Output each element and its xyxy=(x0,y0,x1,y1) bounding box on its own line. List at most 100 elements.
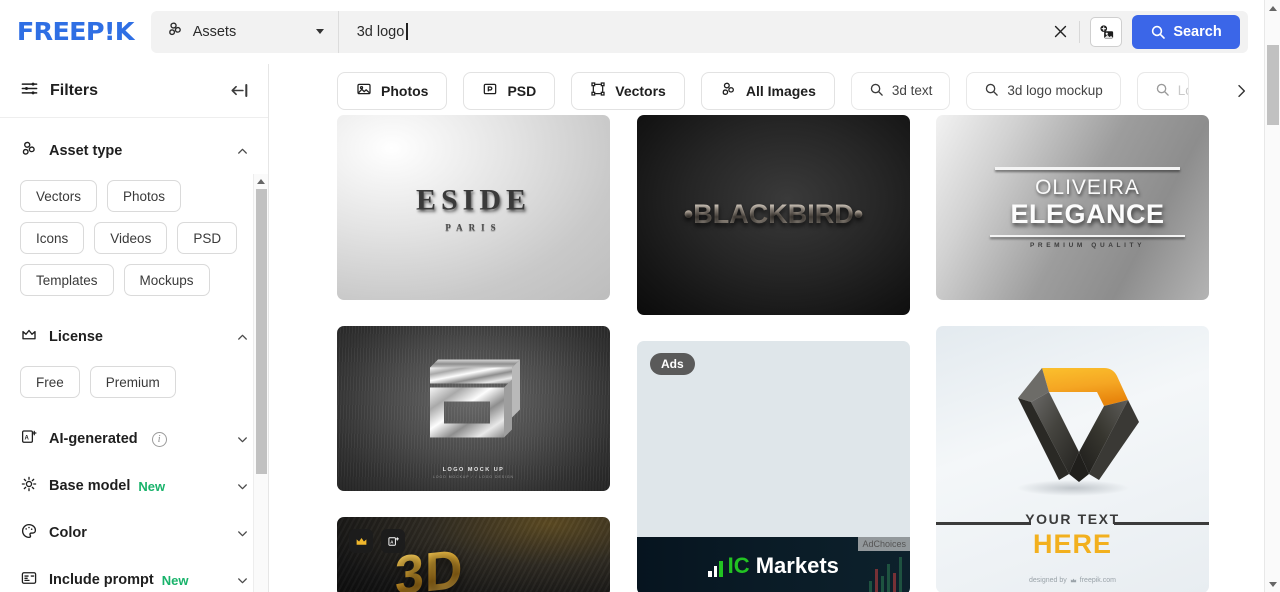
page-scrollbar-thumb[interactable] xyxy=(1267,45,1279,125)
ad-brand-suffix: Markets xyxy=(749,553,839,578)
type-tab-bar: Photos PSD Vectors All Images 3d text 3d… xyxy=(270,64,1262,117)
chevron-down-icon xyxy=(236,480,249,493)
clear-search-button[interactable] xyxy=(1043,15,1077,49)
freepik-logo[interactable]: FREEP!K xyxy=(17,17,135,46)
chip-icons[interactable]: Icons xyxy=(20,222,85,254)
chevron-down-icon xyxy=(236,527,249,540)
filter-group-base-model: Base model New xyxy=(0,469,269,503)
filter-group-label: AI-generated xyxy=(49,431,138,447)
filter-group-include-prompt-header[interactable]: Include prompt New xyxy=(20,563,249,592)
chip-videos[interactable]: Videos xyxy=(94,222,168,254)
chip-vectors[interactable]: Vectors xyxy=(20,180,98,212)
result-card-ad[interactable]: Ads IC Markets AdChoices xyxy=(637,341,910,592)
page-scrollbar[interactable] xyxy=(1264,0,1280,592)
filter-group-license-header[interactable]: License xyxy=(20,320,249,354)
filter-group-license: License Free Premium xyxy=(0,320,269,398)
search-bar: Assets 3d logo Search xyxy=(150,10,1248,53)
tab-vectors[interactable]: Vectors xyxy=(571,71,685,110)
card-text-2: HERE xyxy=(1032,529,1112,559)
ad-banner[interactable]: IC Markets AdChoices xyxy=(637,537,910,592)
filter-group-color: Color xyxy=(0,516,269,550)
sidebar-scrollbar[interactable] xyxy=(253,174,268,592)
sidebar-scrollbar-thumb[interactable] xyxy=(256,189,267,474)
gear-icon xyxy=(20,475,38,498)
chip-free[interactable]: Free xyxy=(20,366,80,398)
collapse-panel-icon[interactable] xyxy=(229,82,250,99)
hexagon-ribbon-mark xyxy=(936,340,1209,508)
suggestion-partial[interactable]: Lo xyxy=(1136,71,1189,110)
tab-photos[interactable]: Photos xyxy=(337,71,448,110)
asset-type-dropdown[interactable]: Assets xyxy=(151,10,339,53)
chip-templates[interactable]: Templates xyxy=(20,264,114,296)
result-card-chrome-logo[interactable]: LOGO MOCK UP LOGO MOCKUP / / LOGO DESIGN xyxy=(337,326,610,491)
divider-left xyxy=(936,522,1031,525)
chevron-down-icon xyxy=(236,574,249,587)
asset-type-icon xyxy=(20,140,38,163)
result-card-oliveira[interactable]: OLIVEIRA ELEGANCE PREMIUM QUALITY xyxy=(936,115,1209,300)
prompt-icon xyxy=(20,569,38,592)
ai-image-icon: A xyxy=(20,428,38,451)
filter-group-label: Base model xyxy=(49,478,131,494)
all-images-icon xyxy=(720,81,737,101)
header-divider xyxy=(1079,20,1080,43)
tab-psd[interactable]: PSD xyxy=(463,71,556,110)
card-badges: A xyxy=(349,529,405,553)
search-button-label: Search xyxy=(1173,23,1222,40)
filter-group-ai-generated-header[interactable]: A AI-generated i xyxy=(20,422,249,456)
filter-group-color-header[interactable]: Color xyxy=(20,516,249,550)
filters-title: Filters xyxy=(50,81,99,99)
suggestion-label: Lo xyxy=(1177,83,1188,98)
filter-group-base-model-header[interactable]: Base model New xyxy=(20,469,249,503)
search-input[interactable]: 3d logo xyxy=(339,11,1043,53)
filter-group-include-prompt: Include prompt New xyxy=(0,563,269,592)
top-header: FREEP!K Assets 3d logo Search xyxy=(0,0,1264,64)
chrome-logo-mark xyxy=(418,353,530,450)
chart-decoration xyxy=(869,557,902,592)
result-card-blackbird[interactable]: •BLACKBIRD• xyxy=(637,115,910,315)
filters-header: Filters xyxy=(0,64,268,118)
results-column-1: ESIDE PARIS LOGO MOCK UP LOGO MOCKUP / /… xyxy=(337,115,610,592)
ic-markets-logo: IC Markets xyxy=(708,555,839,577)
filter-group-asset-type-header[interactable]: Asset type xyxy=(20,134,249,168)
hexagon-logo-text: YOUR TEXT HERE xyxy=(936,511,1209,560)
chip-premium[interactable]: Premium xyxy=(89,366,176,398)
results-column-2: •BLACKBIRD• Ads IC Markets AdChoices xyxy=(637,115,910,592)
card-line-2: ELEGANCE xyxy=(1010,198,1165,229)
card-caption-sub: LOGO MOCKUP / / LOGO DESIGN xyxy=(432,475,514,479)
suggestion-label: 3d text xyxy=(891,83,933,98)
search-icon xyxy=(984,82,999,100)
suggestion-3d-text[interactable]: 3d text xyxy=(850,71,951,110)
chip-mockups[interactable]: Mockups xyxy=(123,264,210,296)
next-suggestions-button[interactable] xyxy=(1228,77,1254,104)
result-card-hexagon-logo[interactable]: YOUR TEXT HERE designed by freepik.com xyxy=(936,326,1209,592)
info-icon[interactable]: i xyxy=(151,431,167,447)
chip-photos[interactable]: Photos xyxy=(107,180,182,212)
chip-psd[interactable]: PSD xyxy=(177,222,238,254)
credit-text: designed by xyxy=(1029,577,1067,584)
card-line-3: PREMIUM QUALITY xyxy=(1029,241,1146,249)
psd-icon xyxy=(482,81,498,100)
suggestion-3d-logo-mockup[interactable]: 3d logo mockup xyxy=(966,71,1121,110)
crown-icon xyxy=(20,326,38,349)
results-area: Photos PSD Vectors All Images 3d text 3d… xyxy=(270,64,1262,592)
result-card-gold-3d[interactable]: A 3D xyxy=(337,517,610,592)
result-card-eside[interactable]: ESIDE PARIS xyxy=(337,115,610,300)
ads-badge: Ads xyxy=(650,353,695,375)
tab-all-images[interactable]: All Images xyxy=(700,71,835,110)
ad-brand: IC Markets xyxy=(728,555,839,577)
scroll-up-icon[interactable] xyxy=(254,174,268,189)
filter-group-label: Color xyxy=(49,525,87,541)
tab-label: Photos xyxy=(381,82,429,99)
ad-brand-prefix: IC xyxy=(727,553,750,578)
tab-label: All Images xyxy=(745,82,816,99)
search-button[interactable]: Search xyxy=(1132,14,1240,49)
filter-group-label: Include prompt xyxy=(49,572,154,588)
scroll-down-icon[interactable] xyxy=(1265,576,1280,592)
image-search-button[interactable] xyxy=(1090,16,1122,47)
adchoices-label[interactable]: AdChoices xyxy=(858,537,910,551)
filter-group-label: License xyxy=(49,329,103,345)
scroll-up-icon[interactable] xyxy=(1265,0,1280,16)
license-chips: Free Premium xyxy=(20,366,249,398)
assets-icon xyxy=(167,21,184,43)
freepik-credit: designed by freepik.com xyxy=(936,577,1209,584)
